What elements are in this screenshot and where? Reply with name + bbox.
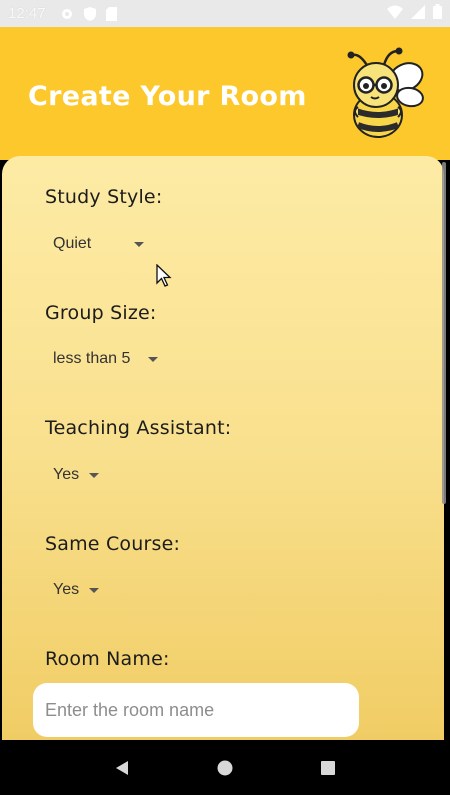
wifi-icon bbox=[387, 5, 403, 23]
status-right-icons bbox=[387, 4, 442, 23]
sim-card-icon bbox=[105, 6, 117, 21]
bee-mascot-icon bbox=[328, 45, 428, 145]
scrollbar[interactable] bbox=[442, 162, 446, 504]
teaching-assistant-dropdown[interactable]: Yes bbox=[53, 463, 100, 487]
mouse-pointer-icon bbox=[156, 263, 172, 288]
caret-down-icon bbox=[134, 241, 145, 247]
same-course-label: Same Course: bbox=[45, 533, 181, 555]
gear-icon bbox=[60, 7, 74, 21]
study-style-value: Quiet bbox=[53, 235, 92, 252]
room-name-input[interactable] bbox=[33, 683, 359, 737]
room-name-label: Room Name: bbox=[45, 648, 170, 670]
teaching-assistant-label: Teaching Assistant: bbox=[45, 417, 232, 439]
group-size-value: less than 5 bbox=[53, 350, 131, 367]
signal-icon bbox=[411, 4, 425, 23]
teaching-assistant-value: Yes bbox=[53, 466, 80, 483]
back-icon[interactable] bbox=[102, 748, 142, 788]
same-course-value: Yes bbox=[53, 581, 80, 598]
caret-down-icon bbox=[89, 587, 100, 593]
page-title: Create Your Room bbox=[28, 81, 307, 112]
group-size-label: Group Size: bbox=[45, 302, 157, 324]
battery-icon bbox=[433, 4, 442, 23]
group-size-dropdown[interactable]: less than 5 bbox=[53, 347, 159, 371]
caret-down-icon bbox=[89, 472, 100, 478]
same-course-dropdown[interactable]: Yes bbox=[53, 578, 100, 602]
shield-icon bbox=[83, 6, 96, 21]
status-bar: 12:47 bbox=[0, 0, 450, 27]
system-nav-bar bbox=[0, 740, 450, 795]
status-time: 12:47 bbox=[8, 5, 46, 22]
study-style-label: Study Style: bbox=[45, 186, 163, 208]
study-style-dropdown[interactable]: Quiet bbox=[53, 232, 145, 256]
recents-icon[interactable] bbox=[308, 748, 348, 788]
home-icon[interactable] bbox=[205, 748, 245, 788]
app-header: Create Your Room bbox=[0, 27, 450, 160]
caret-down-icon bbox=[148, 356, 159, 362]
